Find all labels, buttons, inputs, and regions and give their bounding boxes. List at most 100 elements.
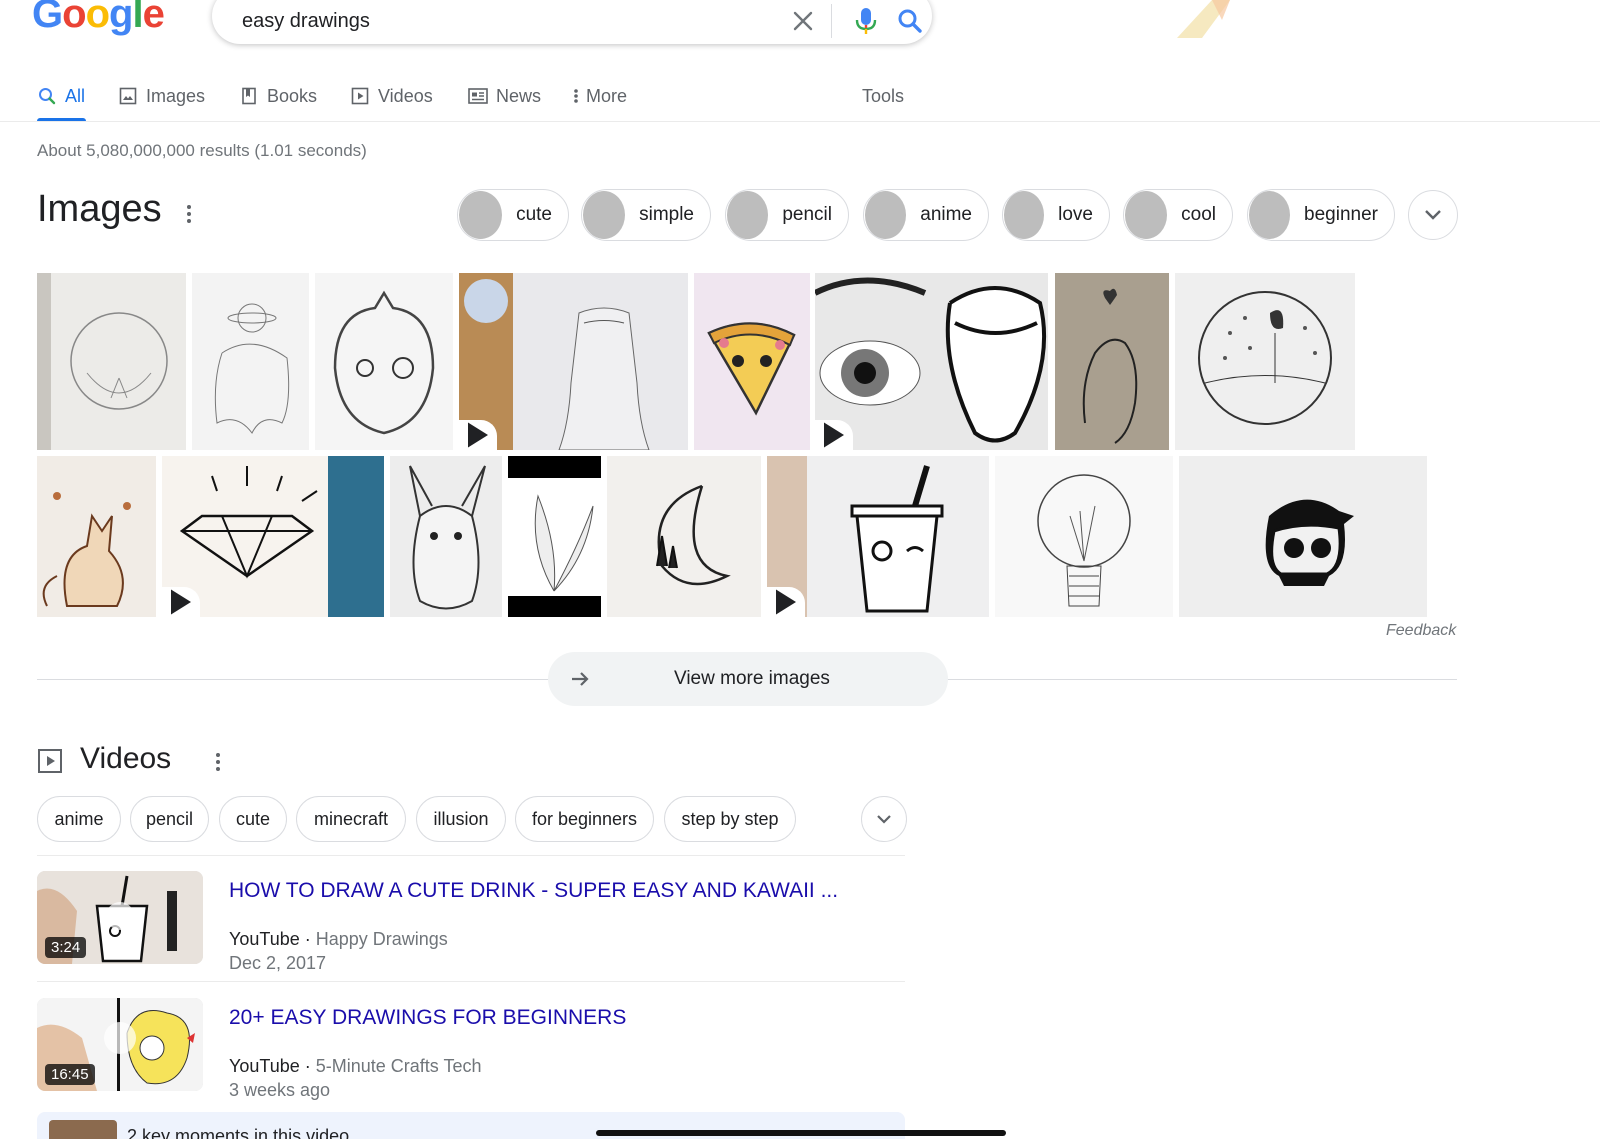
chip-thumbnail [1249, 191, 1291, 239]
video-chip-anime[interactable]: anime [37, 796, 121, 842]
result-stats: About 5,080,000,000 results (1.01 second… [37, 141, 367, 160]
video-chip-minecraft[interactable]: minecraft [296, 796, 406, 842]
play-icon [162, 587, 200, 617]
video-image-result[interactable] [459, 273, 688, 450]
video-chip-pencil[interactable]: pencil [130, 796, 209, 842]
video-thumbnail[interactable]: 3:24 [37, 871, 203, 964]
tab-images[interactable]: Images [118, 80, 205, 112]
video-image-result[interactable] [815, 273, 1048, 450]
video-date: 3 weeks ago [229, 1080, 331, 1100]
video-chip-step-by-step[interactable]: step by step [664, 796, 796, 842]
video-channel: 5-Minute Crafts Tech [315, 1056, 482, 1076]
image-result[interactable] [315, 273, 453, 450]
play-icon [459, 420, 497, 450]
video-chip-for-beginners[interactable]: for beginners [515, 796, 654, 842]
tab-more[interactable]: More [570, 80, 627, 112]
chip-simple[interactable]: simple [581, 189, 711, 241]
tab-news[interactable]: News [468, 80, 541, 112]
chip-thumbnail [583, 191, 626, 239]
tab-all[interactable]: All [37, 80, 85, 112]
chip-label: pencil [782, 204, 832, 225]
images-more-options-icon[interactable] [179, 199, 199, 229]
video-platform: YouTube [229, 929, 300, 949]
expand-chips-button[interactable] [1408, 190, 1458, 240]
tab-images-label: Images [146, 85, 206, 106]
logo-letter: e [142, 0, 165, 36]
chip-cute[interactable]: cute [457, 189, 569, 241]
chip-beginner[interactable]: beginner [1247, 189, 1395, 241]
video-result[interactable]: 16:45 20+ EASY DRAWINGS FOR BEGINNERS Yo… [37, 998, 905, 1100]
chevron-down-icon [877, 814, 891, 824]
close-icon[interactable] [781, 0, 825, 43]
tab-videos-label: Videos [378, 85, 433, 106]
video-image-result[interactable] [767, 456, 989, 617]
video-thumbnail[interactable]: 16:45 [37, 998, 203, 1091]
play-icon [815, 420, 853, 450]
video-title-link[interactable]: 20+ EASY DRAWINGS FOR BEGINNERS [229, 1006, 626, 1030]
video-channel: Happy Drawings [315, 929, 448, 949]
chip-label: anime [920, 204, 972, 225]
image-result[interactable] [1175, 273, 1355, 450]
image-result[interactable] [607, 456, 761, 617]
doodle-icon[interactable] [1172, 0, 1242, 38]
video-chip-illusion[interactable]: illusion [416, 796, 506, 842]
video-title-link[interactable]: HOW TO DRAW A CUTE DRINK - SUPER EASY AN… [229, 879, 838, 903]
tab-news-label: News [496, 85, 542, 106]
image-result[interactable] [37, 273, 186, 450]
search-icon[interactable] [888, 0, 932, 43]
video-platform: YouTube [229, 1056, 300, 1076]
chip-label: love [1058, 204, 1093, 225]
play-icon [767, 587, 805, 617]
tab-all-label: All [65, 85, 86, 106]
logo-letter: o [85, 0, 110, 36]
chip-pencil[interactable]: pencil [725, 189, 849, 241]
video-source: YouTube · 5-Minute Crafts Tech [229, 1056, 482, 1076]
logo-letter: g [109, 0, 133, 36]
image-result[interactable] [37, 456, 156, 617]
chip-thumbnail [727, 191, 769, 239]
arrow-right-icon [572, 672, 589, 686]
divider [37, 981, 905, 982]
search-box[interactable]: easy drawings [212, 0, 932, 44]
image-result[interactable] [508, 456, 601, 617]
image-result[interactable] [192, 273, 309, 450]
video-result[interactable]: 3:24 HOW TO DRAW A CUTE DRINK - SUPER EA… [37, 871, 905, 973]
tab-books[interactable]: Books [239, 80, 317, 112]
chip-thumbnail [459, 191, 503, 239]
feedback-link[interactable]: Feedback [1386, 622, 1456, 640]
video-chip-cute[interactable]: cute [219, 796, 287, 842]
tab-books-label: Books [267, 85, 318, 106]
chip-label: beginner [1304, 204, 1378, 225]
view-more-images-button[interactable]: View more images [548, 652, 948, 706]
image-result[interactable] [1179, 456, 1427, 617]
image-icon [118, 86, 138, 106]
video-image-result[interactable] [162, 456, 384, 617]
chip-love[interactable]: love [1002, 189, 1110, 241]
image-result[interactable] [995, 456, 1173, 617]
image-result[interactable] [390, 456, 502, 617]
search-icon [37, 86, 57, 106]
tab-videos[interactable]: Videos [350, 80, 433, 112]
mic-icon[interactable] [844, 0, 888, 43]
chip-thumbnail [1125, 191, 1168, 239]
videos-more-options-icon[interactable] [208, 747, 228, 777]
chip-anime[interactable]: anime [863, 189, 989, 241]
tab-tools-label: Tools [862, 85, 905, 106]
chip-cool[interactable]: cool [1123, 189, 1233, 241]
home-indicator[interactable] [596, 1130, 1006, 1136]
tab-tools[interactable]: Tools [862, 80, 904, 112]
image-result[interactable] [694, 273, 810, 450]
chip-label: cool [1181, 204, 1216, 225]
search-input[interactable]: easy drawings [242, 0, 781, 33]
news-icon [468, 86, 488, 106]
chevron-down-icon [1425, 210, 1441, 220]
image-result[interactable] [1055, 273, 1169, 450]
expand-video-chips-button[interactable] [861, 796, 907, 842]
search-divider [831, 4, 832, 38]
key-moment-thumbnail [49, 1120, 117, 1139]
google-logo[interactable]: Google [32, 0, 165, 37]
logo-letter: G [32, 0, 63, 36]
video-duration: 16:45 [45, 1064, 95, 1085]
video-icon [38, 749, 62, 773]
video-icon [350, 86, 370, 106]
